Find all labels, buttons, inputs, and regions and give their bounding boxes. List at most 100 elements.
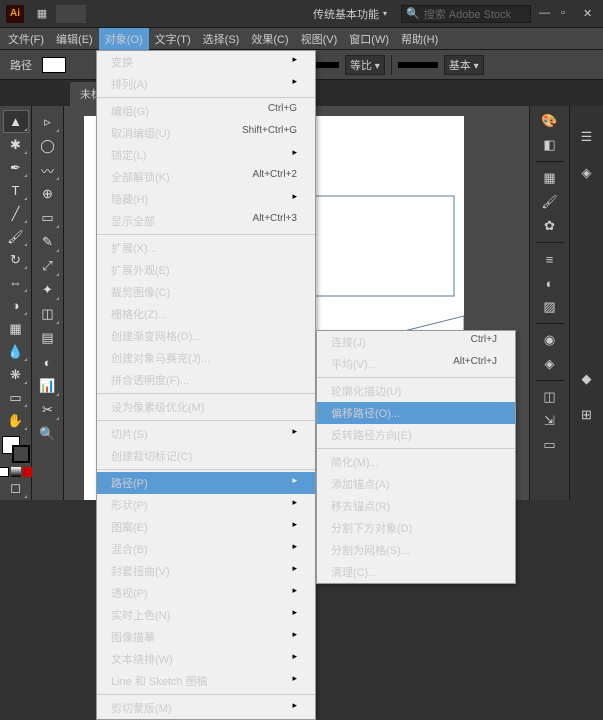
- menu-edit[interactable]: 编辑(E): [50, 28, 99, 50]
- stroke-panel-icon[interactable]: ≡: [537, 248, 563, 270]
- shape-builder-tool[interactable]: ◑: [4, 295, 28, 316]
- object-menu-item-30[interactable]: 图像描摹: [97, 626, 315, 648]
- appearance-panel-icon[interactable]: ◉: [537, 329, 563, 351]
- layers-panel-icon[interactable]: ◫: [537, 386, 563, 408]
- curvature-tool[interactable]: 〰: [36, 159, 60, 181]
- menu-file[interactable]: 文件(F): [2, 28, 50, 50]
- arrange-docs-dropdown[interactable]: [56, 5, 86, 23]
- bridge-icon[interactable]: ▦: [32, 4, 52, 24]
- object-menu-item-14[interactable]: 创建渐变网格(D)...: [97, 325, 315, 347]
- path-submenu-item-4[interactable]: 偏移路径(O)...: [317, 402, 515, 424]
- rectangle-tool[interactable]: ▭: [36, 207, 60, 229]
- object-menu-item-18[interactable]: 设为像素级优化(M): [97, 396, 315, 418]
- stroke-profile-select[interactable]: 等比 ▾: [345, 55, 385, 75]
- object-menu-item-27[interactable]: 封套扭曲(V): [97, 560, 315, 582]
- pencil-tool[interactable]: ✎: [36, 231, 60, 253]
- eyedropper-tool[interactable]: 💧: [4, 341, 28, 362]
- object-menu-item-13[interactable]: 栅格化(Z)...: [97, 303, 315, 325]
- menu-select[interactable]: 选择(S): [197, 28, 246, 50]
- gradient-panel-icon[interactable]: ◐: [537, 272, 563, 294]
- object-menu-item-7[interactable]: 隐藏(H): [97, 188, 315, 210]
- symbol-sprayer-tool[interactable]: ❋: [4, 364, 28, 385]
- object-menu-item-32[interactable]: Line 和 Sketch 图稿: [97, 670, 315, 692]
- touch-type-tool[interactable]: ⊕: [36, 183, 60, 205]
- object-menu-item-26[interactable]: 混合(B): [97, 538, 315, 560]
- type-tool[interactable]: T: [4, 180, 28, 201]
- graphic-styles-panel-icon[interactable]: ◈: [537, 353, 563, 375]
- object-menu-item-21[interactable]: 创建裁切标记(C): [97, 445, 315, 467]
- artboard-tool[interactable]: ▭: [4, 387, 28, 408]
- brushes-panel-icon[interactable]: 🖌: [537, 191, 563, 213]
- object-menu-item-1[interactable]: 排列(A): [97, 73, 315, 95]
- line-tool[interactable]: ╱: [4, 203, 28, 224]
- menu-view[interactable]: 视图(V): [295, 28, 344, 50]
- object-menu-item-20[interactable]: 切片(S): [97, 423, 315, 445]
- fill-stroke-control[interactable]: [2, 436, 30, 463]
- shape-rect[interactable]: [314, 196, 454, 296]
- brush-style-select[interactable]: 基本 ▾: [444, 55, 484, 75]
- object-menu-item-28[interactable]: 透视(P): [97, 582, 315, 604]
- object-menu-item-23[interactable]: 路径(P): [97, 472, 315, 494]
- menu-effect[interactable]: 效果(C): [245, 28, 294, 50]
- color-panel-icon[interactable]: 🎨: [537, 110, 563, 132]
- hand-tool[interactable]: ✋: [4, 410, 28, 431]
- object-menu-item-24[interactable]: 形状(P): [97, 494, 315, 516]
- object-menu-item-5[interactable]: 锁定(L): [97, 144, 315, 166]
- libraries-panel-icon[interactable]: ◈: [574, 162, 600, 184]
- path-submenu-item-0[interactable]: 连接(J)Ctrl+J: [317, 331, 515, 353]
- free-transform-tool[interactable]: ✦: [36, 279, 60, 301]
- rotate-tool[interactable]: ↻: [4, 249, 28, 270]
- symbols-panel-icon[interactable]: ✿: [537, 215, 563, 237]
- learn-panel-icon[interactable]: ◆: [574, 368, 600, 390]
- brush-preview[interactable]: [398, 62, 438, 68]
- lasso-tool[interactable]: ◯: [36, 135, 60, 157]
- properties-panel-icon[interactable]: ☰: [574, 126, 600, 148]
- menu-help[interactable]: 帮助(H): [395, 28, 444, 50]
- swatches-panel-icon[interactable]: ▦: [537, 167, 563, 189]
- workspace-selector[interactable]: 传统基本功能▾: [305, 4, 395, 24]
- menu-window[interactable]: 窗口(W): [343, 28, 395, 50]
- magic-wand-tool[interactable]: ✱: [4, 134, 28, 155]
- object-menu-item-16[interactable]: 拼合透明度(F)...: [97, 369, 315, 391]
- maximize-button[interactable]: ▫: [561, 7, 575, 21]
- transparency-panel-icon[interactable]: ▨: [537, 296, 563, 318]
- object-menu-item-34[interactable]: 剪切蒙版(M): [97, 697, 315, 719]
- path-submenu-item-1[interactable]: 平均(V)...Alt+Ctrl+J: [317, 353, 515, 375]
- stock-search-input[interactable]: 🔍搜索 Adobe Stock: [401, 5, 531, 23]
- blend-tool[interactable]: ◐: [36, 351, 60, 373]
- artboards-panel-icon[interactable]: ▭: [537, 434, 563, 456]
- path-submenu-item-8[interactable]: 添加锚点(A): [317, 473, 515, 495]
- path-submenu-item-3[interactable]: 轮廓化描边(U): [317, 380, 515, 402]
- scale-tool[interactable]: ⤢: [36, 255, 60, 277]
- menu-object[interactable]: 对象(O): [99, 28, 149, 50]
- graph-tool[interactable]: 📊: [36, 375, 60, 397]
- pen-tool[interactable]: ✒: [4, 157, 28, 178]
- paintbrush-tool[interactable]: 🖌: [4, 226, 28, 247]
- direct-selection-tool[interactable]: ▹: [36, 111, 60, 133]
- path-submenu-item-7[interactable]: 简化(M)...: [317, 451, 515, 473]
- mesh-tool[interactable]: ▦: [4, 318, 28, 339]
- screen-mode-tool[interactable]: ◻: [4, 478, 28, 499]
- object-menu-item-31[interactable]: 文本绕排(W): [97, 648, 315, 670]
- slice-tool[interactable]: ✂: [36, 399, 60, 421]
- close-button[interactable]: ✕: [583, 7, 597, 21]
- zoom-tool[interactable]: 🔍: [36, 423, 60, 445]
- width-tool[interactable]: ⇔: [4, 272, 28, 293]
- path-submenu-item-11[interactable]: 分割为网格(S)...: [317, 539, 515, 561]
- object-menu-item-29[interactable]: 实时上色(N): [97, 604, 315, 626]
- color-guide-panel-icon[interactable]: ◧: [537, 134, 563, 156]
- object-menu-item-3[interactable]: 编组(G)Ctrl+G: [97, 100, 315, 122]
- asset-export-panel-icon[interactable]: ⇲: [537, 410, 563, 432]
- object-menu-item-0[interactable]: 变换: [97, 51, 315, 73]
- color-mode-switches[interactable]: [0, 467, 33, 477]
- menu-text[interactable]: 文字(T): [149, 28, 197, 50]
- perspective-grid-tool[interactable]: ◫: [36, 303, 60, 325]
- object-menu-item-10[interactable]: 扩展(X)...: [97, 237, 315, 259]
- path-submenu-item-12[interactable]: 清理(C)...: [317, 561, 515, 583]
- gradient-tool[interactable]: ▤: [36, 327, 60, 349]
- fill-swatch[interactable]: [42, 57, 66, 73]
- object-menu-item-25[interactable]: 图案(E): [97, 516, 315, 538]
- selection-tool[interactable]: ▲: [4, 111, 28, 132]
- extra-panel-icon[interactable]: ⊞: [574, 404, 600, 426]
- minimize-button[interactable]: —: [539, 7, 553, 21]
